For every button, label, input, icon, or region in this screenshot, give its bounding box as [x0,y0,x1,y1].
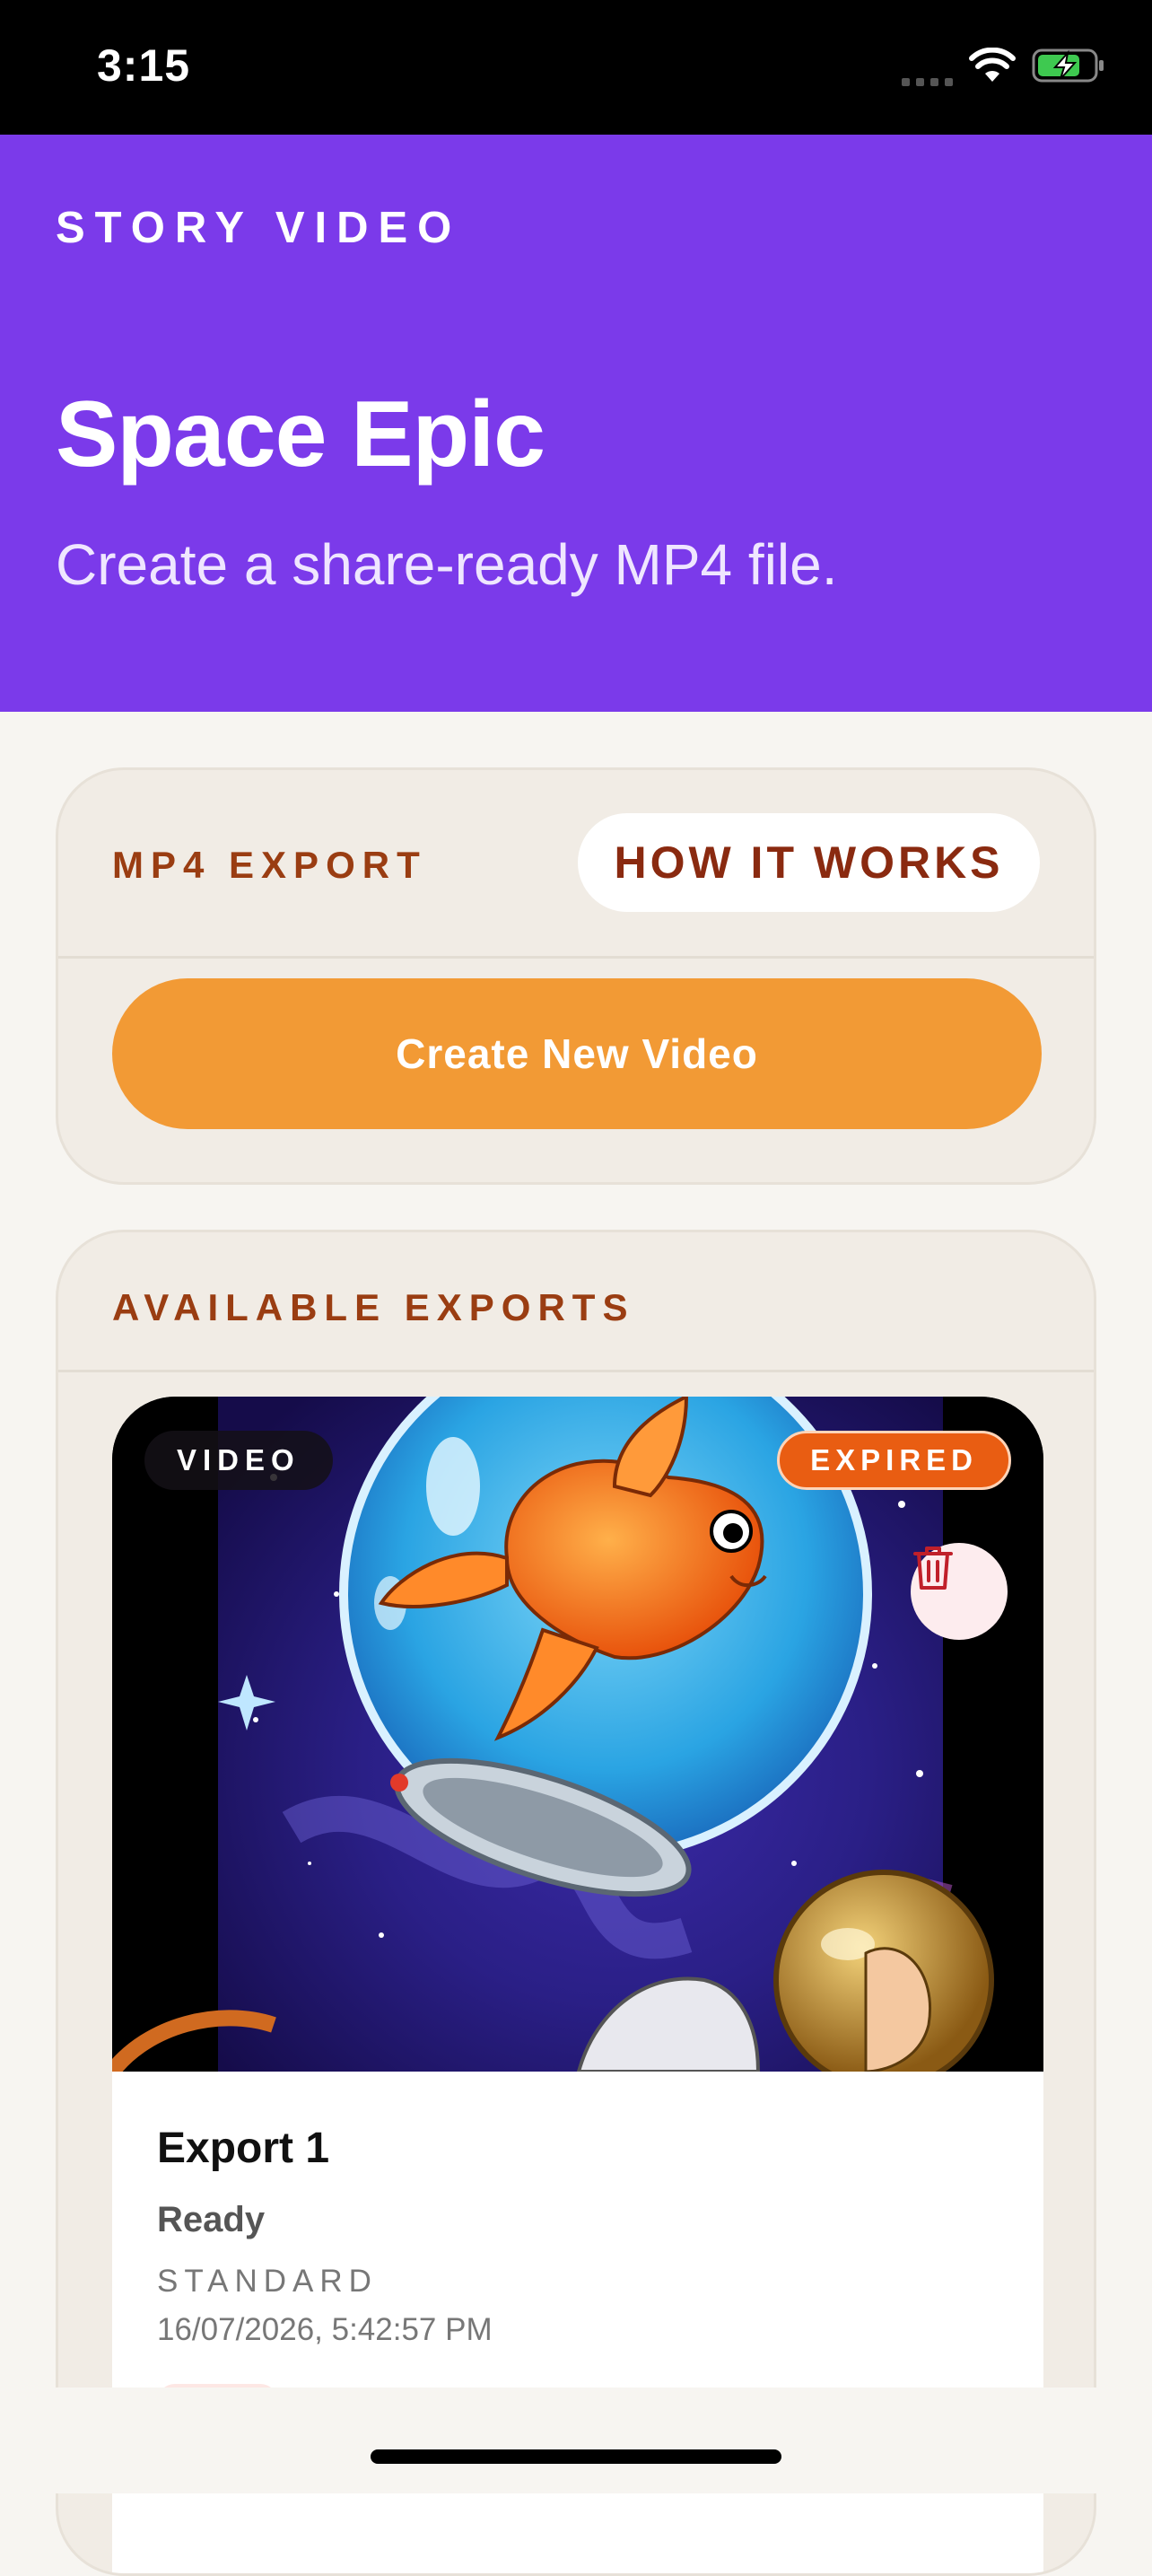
trash-icon [913,1546,953,1590]
status-bar: 3:15 [0,0,1152,135]
status-indicators [902,47,1107,89]
status-time: 3:15 [97,40,191,91]
home-indicator[interactable] [371,2449,781,2464]
available-exports-card: AVAILABLE EXPORTS VIDEO EXPIRED Export 1… [56,1230,1096,2576]
mp4-export-label: MP4 EXPORT [112,844,427,886]
header-kicker: STORY VIDEO [56,204,462,252]
export-date: 16/07/2026, 5:42:57 PM [157,2312,493,2347]
export-name: Export 1 [157,2125,330,2172]
expired-badge: EXPIRED [777,1431,1011,1490]
page-title: Space Epic [56,382,545,486]
card-divider [58,1370,1094,1372]
how-it-works-button[interactable]: HOW IT WORKS [578,813,1040,912]
export-thumbnail[interactable]: VIDEO EXPIRED [112,1397,1043,2072]
bottom-safe-area [0,2388,1152,2493]
video-badge: VIDEO [144,1431,333,1490]
mp4-export-card: MP4 EXPORT HOW IT WORKS Create New Video [56,767,1096,1185]
available-exports-label: AVAILABLE EXPORTS [112,1286,635,1328]
page-subtitle: Create a share-ready MP4 file. [56,532,838,597]
goldfish-space-illustration [112,1397,1043,2072]
wifi-icon [969,47,1016,88]
export-status: Ready [157,2200,266,2239]
export-quality: STANDARD [157,2264,378,2299]
header-banner: STORY VIDEO Space Epic Create a share-re… [0,135,1152,712]
create-new-video-button[interactable]: Create New Video [112,978,1042,1129]
battery-charging-icon [1032,47,1107,89]
signal-icon [902,50,953,86]
card-divider [58,956,1094,959]
export-info: Export 1 Ready STANDARD 16/07/2026, 5:42… [157,2124,493,2348]
delete-export-button[interactable] [911,1543,1008,1640]
